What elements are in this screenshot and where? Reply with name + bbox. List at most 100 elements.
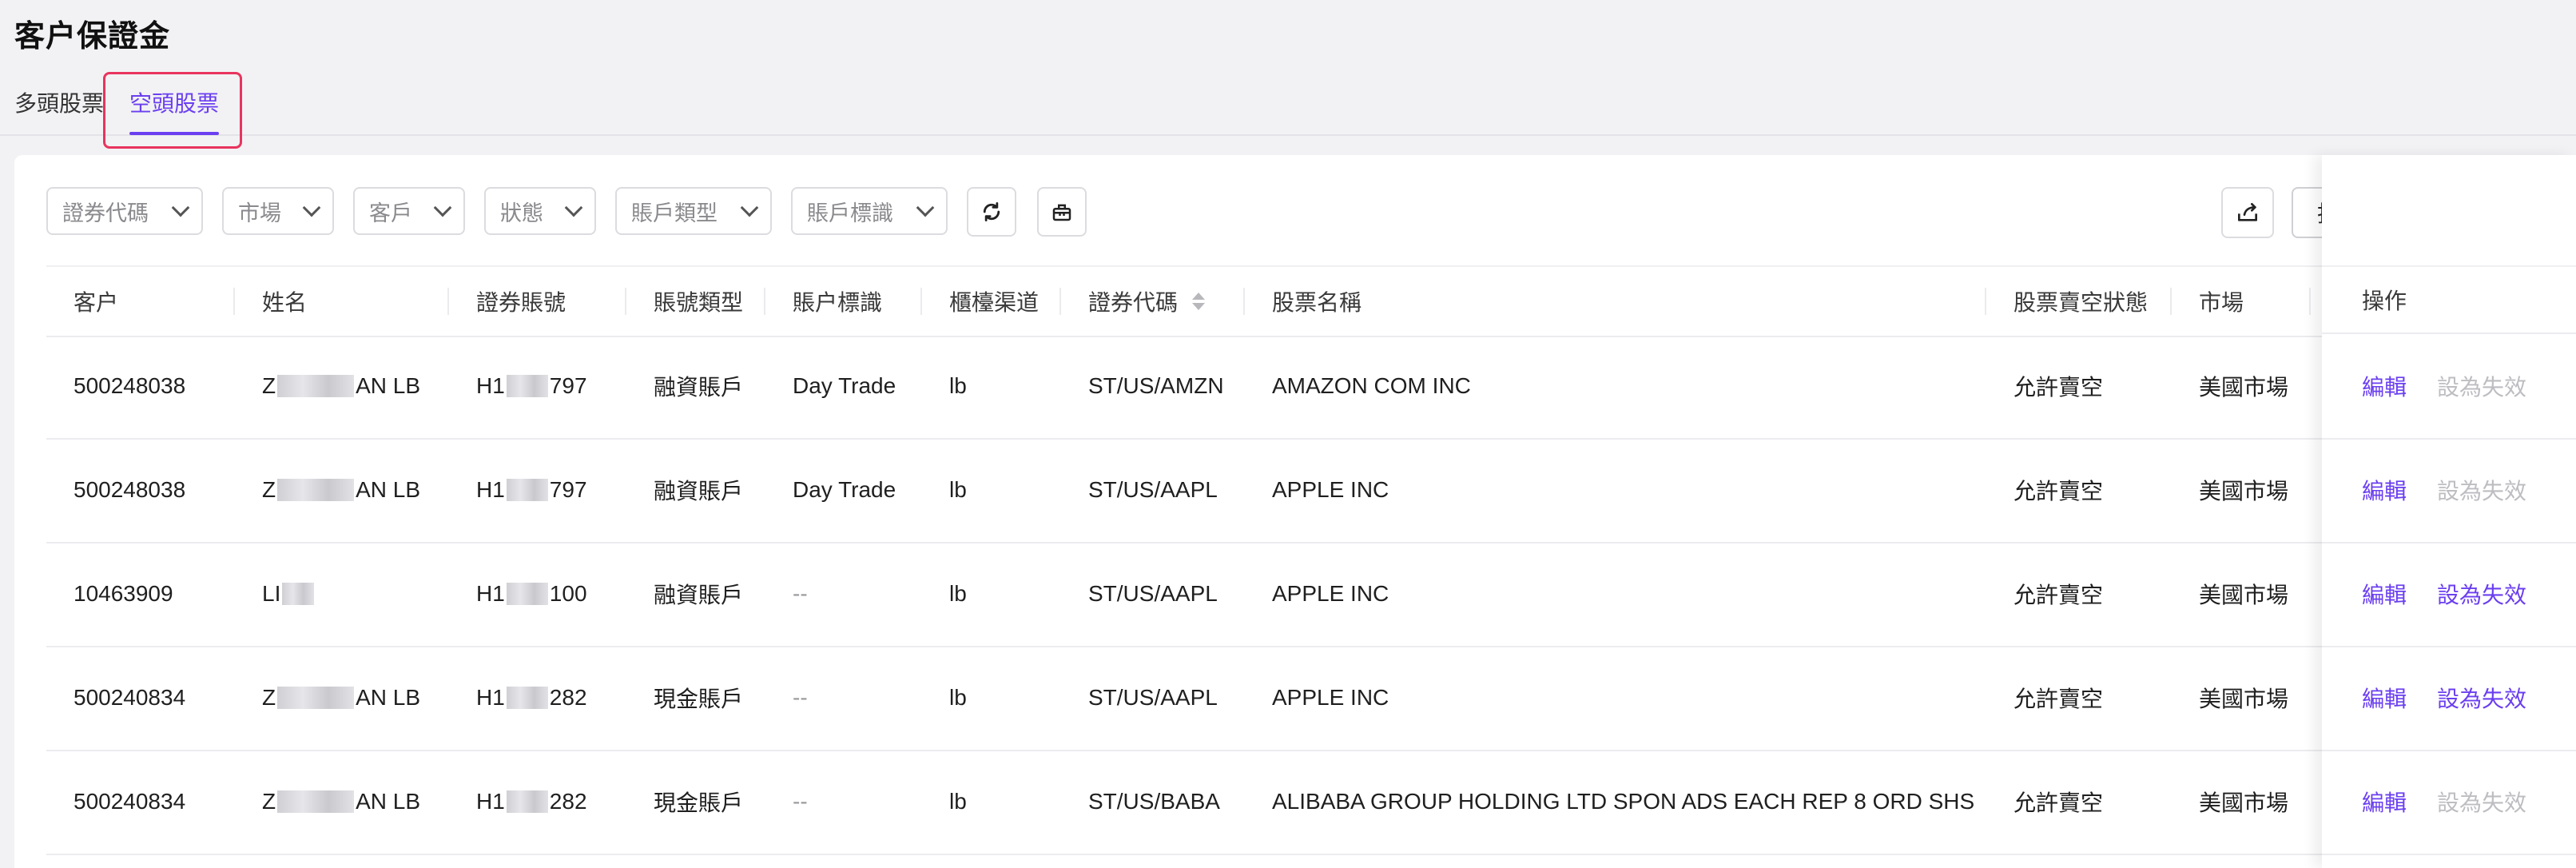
col-header-label: 賬號類型 [654,290,744,315]
cell-customer: 500240834 [74,789,186,814]
name-prefix: Z [262,373,276,398]
cell-account-type: 融資賬戶 [654,479,744,504]
name-suffix: AN LB [356,789,421,814]
name-prefix: Z [262,685,276,710]
action-row: 編輯 設為失效 [2322,542,2576,647]
cell-short-status: 允許賣空 [2013,479,2104,504]
col-header-sortable[interactable]: 證券代碼 [1061,267,1245,336]
fixed-action-column: 操作 編輯 設為失效 編輯 設為失效 編輯 設為失效 編輯 設為失效 編輯 設為失效 [2322,155,2576,868]
cell-account-flag: Day Trade [793,477,896,502]
col-header: 客户 [46,267,235,336]
cell-channel: lb [949,477,967,502]
account-prefix: H1 [476,373,505,398]
tab-long-stocks[interactable]: 多頭股票 [14,86,104,118]
filter-security-code[interactable]: 證券代碼 [46,187,203,235]
chevron-down-icon [302,198,321,217]
filter-status[interactable]: 狀態 [484,187,596,235]
account-suffix: 797 [549,477,587,502]
col-header-label: 市場 [2199,290,2244,315]
cell-account-type: 現金賬戶 [654,687,744,711]
filter-label: 狀態 [500,201,543,225]
name-prefix: Z [262,477,276,502]
filter-account-flag[interactable]: 賬戶標識 [791,187,948,235]
edit-link[interactable]: 編輯 [2362,438,2407,542]
export-icon [2238,203,2257,221]
name-suffix: AN LB [356,373,421,398]
account-suffix: 282 [549,789,587,814]
cell-security-code: ST/US/AAPL [1088,685,1218,710]
cell-channel: lb [949,581,967,606]
col-header: 櫃檯渠道 [922,267,1061,336]
table-row: 10463909 LI H1 100 融資賬戶 -- lb ST/US/AAPL APP… [46,542,2351,647]
chevron-down-icon [564,198,583,217]
export-button[interactable] [2221,187,2274,238]
cell-account-no: H1 282 [476,750,587,854]
cell-account-no: H1 797 [476,438,587,542]
name-suffix: AN LB [356,685,421,710]
cell-short-status: 允許賣空 [2013,687,2104,711]
cell-market: 美國市場 [2199,790,2289,815]
edit-link[interactable]: 編輯 [2362,542,2407,646]
col-header: 市場 [2172,267,2311,336]
masked-name [277,790,355,813]
col-header: 股票名稱 [1245,267,1986,336]
edit-link[interactable]: 編輯 [2362,334,2407,438]
cell-name: LI [262,542,316,646]
masked-account [506,687,548,709]
filter-label: 證券代碼 [62,201,149,225]
sort-icon[interactable] [1192,293,1206,310]
invalidate-link[interactable]: 設為失效 [2437,646,2526,750]
masked-name [277,375,355,397]
cell-stock-name: AMAZON COM INC [1272,373,1471,398]
col-header-actions: 操作 [2322,265,2576,334]
account-suffix: 797 [549,373,587,398]
cell-account-flag: -- [793,789,808,814]
cell-market: 美國市場 [2199,687,2289,711]
page-title: 客户保證金 [14,20,171,54]
clear-filter-button[interactable] [1037,187,1087,237]
account-suffix: 100 [549,581,587,606]
name-prefix: Z [262,789,276,814]
cell-stock-name: APPLE INC [1272,581,1389,606]
cell-stock-name: APPLE INC [1272,685,1389,710]
filter-customer[interactable]: 客戶 [353,187,465,235]
edit-link[interactable]: 編輯 [2362,646,2407,750]
invalidate-link[interactable]: 設為失效 [2437,542,2526,646]
col-header: 股票賣空狀態 [1986,267,2172,336]
cell-stock-name: ALIBABA GROUP HOLDING LTD SPON ADS EACH … [1272,789,1975,814]
table-row: 500248038 Z AN LB H1 797 融資賬戶 Day Trade lb… [46,438,2351,543]
cell-account-type: 融資賬戶 [654,583,744,607]
cell-account-flag: -- [793,581,808,606]
masked-name [277,479,355,501]
col-header: 賬户標識 [765,267,922,336]
cell-name: Z AN LB [262,646,420,750]
chevron-down-icon [916,198,935,217]
cell-channel: lb [949,685,967,710]
masked-account [506,790,548,813]
masked-name [277,687,355,709]
refresh-button[interactable] [967,187,1016,237]
masked-account [506,583,548,605]
invalidate-link: 設為失效 [2437,790,2527,815]
table-row: 500248038 Z AN LB H1 797 融資賬戶 Day Trade lb… [46,334,2351,440]
filter-market[interactable]: 市場 [222,187,334,235]
cell-customer: 500240834 [74,685,186,710]
cell-channel: lb [949,373,967,398]
clear-filter-icon [1052,204,1071,221]
cell-channel: lb [949,789,967,814]
refresh-icon [983,202,1000,221]
cell-customer: 500248038 [74,373,186,398]
tab-short-stocks[interactable]: 空頭股票 [129,86,219,118]
chevron-down-icon [171,198,190,217]
table-header: 客户 姓名 證券賬號 賬號類型 賬户標識 櫃檯渠道 證券代碼 股票名稱 股票賣空… [46,265,2360,337]
cell-name: Z AN LB [262,438,420,542]
cell-customer: 500248038 [74,477,186,502]
filter-account-type[interactable]: 賬戶類型 [615,187,772,235]
edit-link[interactable]: 編輯 [2362,750,2407,854]
cell-account-type: 現金賬戶 [654,790,744,815]
cell-account-type: 融資賬戶 [654,375,744,400]
tab-bar: 多頭股票 空頭股票 [0,72,2576,136]
cell-short-status: 允許賣空 [2013,790,2104,815]
filter-label: 市場 [238,201,281,225]
col-header-label: 股票賣空狀態 [2013,290,2149,315]
